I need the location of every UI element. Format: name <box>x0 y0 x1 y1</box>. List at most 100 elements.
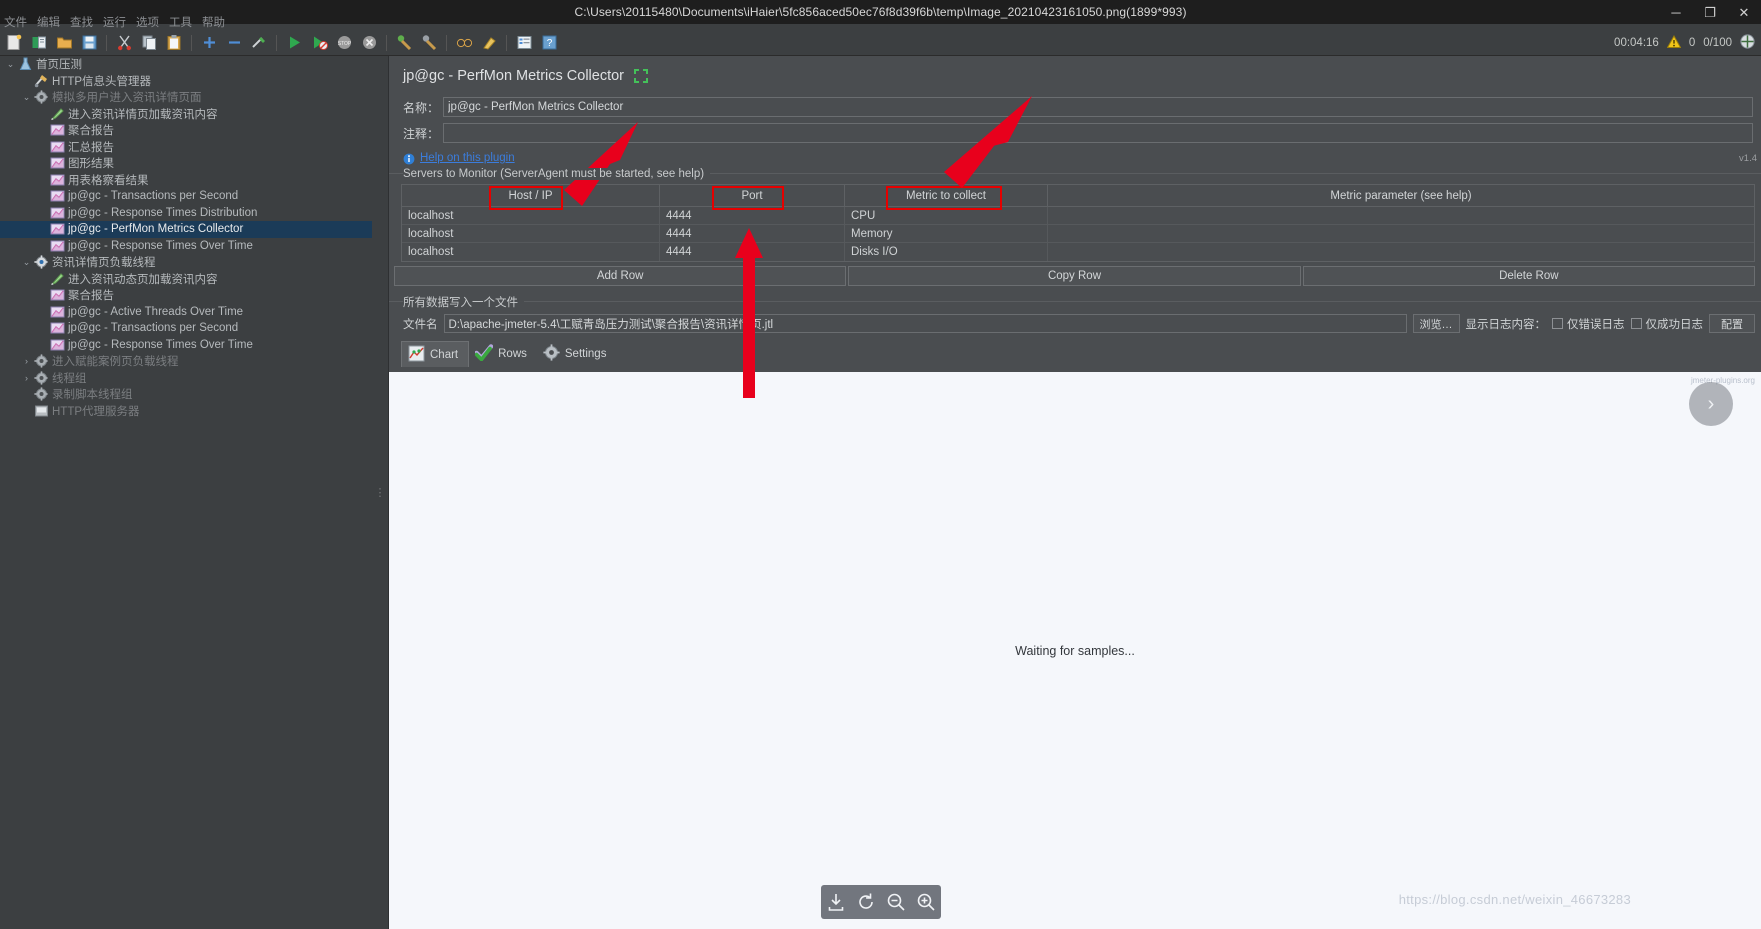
tab-chart[interactable]: Chart <box>401 341 470 367</box>
tree-item[interactable]: ⌄ 模拟多用户进入资讯详情页面 <box>0 89 372 106</box>
table-cell[interactable]: Disks I/O <box>845 243 1048 261</box>
copy-icon[interactable] <box>137 32 161 54</box>
table-cell[interactable]: localhost <box>402 243 660 261</box>
download-icon[interactable] <box>825 891 847 913</box>
table-cell[interactable]: 4444 <box>660 207 845 224</box>
next-image-button[interactable]: › <box>1689 382 1733 426</box>
clear-search-icon[interactable] <box>477 32 501 54</box>
tree-item[interactable]: jp@gc - Transactions per Second <box>0 320 372 337</box>
tree-item[interactable]: 进入资讯动态页加载资讯内容 <box>0 271 372 288</box>
tree-item[interactable]: jp@gc - Response Times Distribution <box>0 205 372 222</box>
file-name-input[interactable] <box>443 314 1407 333</box>
tree-item[interactable]: 聚合报告 <box>0 122 372 139</box>
table-row[interactable]: localhost 4444 CPU <box>402 207 1754 225</box>
tree-item[interactable]: 用表格察看结果 <box>0 172 372 189</box>
table-cell[interactable] <box>1048 225 1754 242</box>
checkbox-box[interactable] <box>1630 318 1642 329</box>
tree-item[interactable]: ⌄ 首页压测 <box>0 56 372 73</box>
start-icon[interactable] <box>282 32 306 54</box>
start-no-pauses-icon[interactable] <box>307 32 331 54</box>
test-plan-tree[interactable]: ⌄ 首页压测 HTTP信息头管理器 ⌄ 模拟多用户进入资讯详情页面 进入资讯详情页加载资讯… <box>0 56 372 929</box>
servers-table[interactable]: Host / IP Port Metric to collect Metric … <box>401 184 1755 262</box>
rotate-icon[interactable] <box>855 891 877 913</box>
new-icon[interactable] <box>2 32 26 54</box>
tree-item[interactable]: jp@gc - Transactions per Second <box>0 188 372 205</box>
table-cell[interactable]: Memory <box>845 225 1048 242</box>
table-cell[interactable]: 4444 <box>660 243 845 261</box>
tree-item[interactable]: 汇总报告 <box>0 139 372 156</box>
zoom-out-icon[interactable] <box>885 891 907 913</box>
copy-row-button[interactable]: Copy Row <box>848 266 1301 286</box>
warning-icon[interactable] <box>1666 34 1682 52</box>
delete-row-button[interactable]: Delete Row <box>1302 266 1755 286</box>
toggle-icon[interactable] <box>247 32 271 54</box>
menu-item-file[interactable]: 文件 <box>4 14 27 30</box>
help-icon[interactable]: ? <box>537 32 561 54</box>
paste-icon[interactable] <box>162 32 186 54</box>
tree-item[interactable]: HTTP代理服务器 <box>0 403 372 420</box>
tree-item[interactable]: 录制脚本线程组 <box>0 386 372 403</box>
table-cell[interactable] <box>1048 207 1754 224</box>
clear-icon[interactable] <box>392 32 416 54</box>
menu-item-tools[interactable]: 工具 <box>169 14 192 30</box>
table-cell[interactable]: localhost <box>402 207 660 224</box>
tree-item[interactable]: jp@gc - Response Times Over Time <box>0 337 372 354</box>
checkbox-box[interactable] <box>1552 318 1563 329</box>
name-input[interactable] <box>443 97 1753 117</box>
tree-item[interactable]: 进入资讯详情页加载资讯内容 <box>0 106 372 123</box>
cut-icon[interactable] <box>112 32 136 54</box>
stop-icon[interactable]: STOP <box>332 32 356 54</box>
tree-twisty-icon[interactable]: › <box>20 373 33 383</box>
tree-item[interactable]: jp@gc - Response Times Over Time <box>0 238 372 255</box>
tree-twisty-icon[interactable]: ⌄ <box>20 92 33 103</box>
error-only-checkbox[interactable]: 仅错误日志 <box>1552 316 1625 332</box>
table-row[interactable]: localhost 4444 Memory <box>402 225 1754 243</box>
table-cell[interactable] <box>1048 243 1754 261</box>
column-host-ip[interactable]: Host / IP <box>402 185 660 206</box>
tree-item[interactable]: HTTP信息头管理器 <box>0 73 372 90</box>
templates-icon[interactable] <box>27 32 51 54</box>
menu-item-search[interactable]: 查找 <box>70 14 93 30</box>
zoom-in-icon[interactable] <box>915 891 937 913</box>
help-on-plugin-link[interactable]: Help on this plugin <box>420 152 515 164</box>
function-helper-icon[interactable] <box>512 32 536 54</box>
save-icon[interactable] <box>77 32 101 54</box>
clear-all-icon[interactable] <box>417 32 441 54</box>
menu-item-run[interactable]: 运行 <box>103 14 126 30</box>
table-cell[interactable]: 4444 <box>660 225 845 242</box>
add-row-button[interactable]: Add Row <box>394 266 847 286</box>
expand-icon[interactable] <box>634 69 648 83</box>
tree-item[interactable]: 图形结果 <box>0 155 372 172</box>
tree-twisty-icon[interactable]: › <box>20 356 33 366</box>
configure-button[interactable]: 配置 <box>1709 314 1755 333</box>
table-row[interactable]: localhost 4444 Disks I/O <box>402 243 1754 261</box>
search-icon[interactable] <box>452 32 476 54</box>
table-cell[interactable]: localhost <box>402 225 660 242</box>
success-only-checkbox[interactable]: 仅成功日志 <box>1630 316 1703 332</box>
menu-item-edit[interactable]: 编辑 <box>37 14 60 30</box>
tree-item[interactable]: › 进入赋能案例页负载线程 <box>0 353 372 370</box>
menu-item-help[interactable]: 帮助 <box>202 14 225 30</box>
menu-item-options[interactable]: 选项 <box>136 14 159 30</box>
split-handle[interactable]: ⋮ <box>372 56 388 929</box>
tab-settings[interactable]: Settings <box>537 341 617 367</box>
tree-item[interactable]: ⌄ 资讯详情页负载线程 <box>0 254 372 271</box>
browse-button[interactable]: 浏览… <box>1412 314 1460 333</box>
add-icon[interactable] <box>197 32 221 54</box>
table-cell[interactable]: CPU <box>845 207 1048 224</box>
column-metric-to-collect[interactable]: Metric to collect <box>845 185 1048 206</box>
tree-item[interactable]: 聚合报告 <box>0 287 372 304</box>
tree-twisty-icon[interactable]: ⌄ <box>4 59 17 70</box>
column-port[interactable]: Port <box>660 185 845 206</box>
shutdown-icon[interactable] <box>357 32 381 54</box>
open-icon[interactable] <box>52 32 76 54</box>
tree-item[interactable]: jp@gc - PerfMon Metrics Collector <box>0 221 372 238</box>
column-metric-parameter[interactable]: Metric parameter (see help) <box>1048 185 1754 206</box>
tab-rows[interactable]: Rows <box>469 341 537 367</box>
comment-input[interactable] <box>443 123 1753 143</box>
remove-icon[interactable] <box>222 32 246 54</box>
listener-icon <box>49 156 66 171</box>
tree-item[interactable]: jp@gc - Active Threads Over Time <box>0 304 372 321</box>
tree-item[interactable]: › 线程组 <box>0 370 372 387</box>
tree-twisty-icon[interactable]: ⌄ <box>20 257 33 268</box>
